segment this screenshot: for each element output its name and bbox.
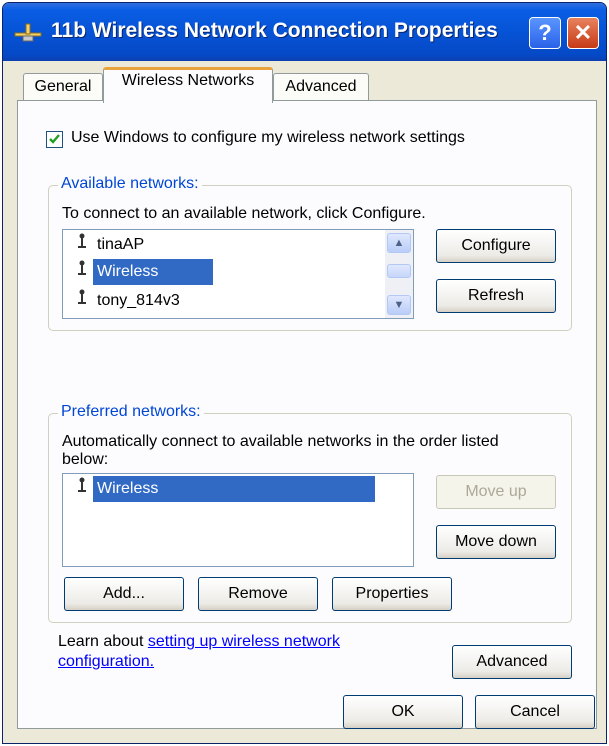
available-instruction: To connect to an available network, clic… (62, 205, 426, 222)
configure-label: Configure (461, 237, 531, 254)
properties-dialog: 11b Wireless Network Connection Properti… (2, 2, 607, 744)
add-label: Add... (103, 585, 145, 602)
add-button[interactable]: Add... (64, 577, 184, 611)
network-connection-icon (14, 23, 42, 42)
network-name: Wireless (93, 476, 375, 502)
antenna-icon (77, 259, 93, 285)
properties-label: Properties (355, 585, 429, 602)
preferred-networks-list[interactable]: Wireless (62, 473, 414, 567)
configure-button[interactable]: Configure (436, 229, 556, 263)
scroll-thumb[interactable] (387, 264, 411, 278)
scrollbar[interactable]: ▲ ▼ (385, 230, 413, 318)
move-down-button[interactable]: Move down (436, 525, 556, 559)
scroll-down-icon[interactable]: ▼ (387, 295, 411, 315)
tab-panel: Use Windows to configure my wireless net… (17, 101, 597, 729)
available-networks-label: Available networks: (58, 175, 202, 193)
remove-button[interactable]: Remove (198, 577, 318, 611)
preferred-instruction-line2: below: (62, 451, 109, 468)
window-title: 11b Wireless Network Connection Properti… (51, 19, 498, 42)
move-up-button[interactable]: Move up (436, 475, 556, 509)
tab-advanced[interactable]: Advanced (273, 73, 369, 101)
close-button[interactable]: ✕ (567, 17, 599, 49)
tab-wireless-networks[interactable]: Wireless Networks (103, 67, 273, 103)
antenna-icon (77, 288, 93, 314)
remove-label: Remove (228, 585, 288, 602)
move-up-label: Move up (465, 483, 527, 500)
learn-prefix: Learn about (58, 633, 148, 650)
tab-general[interactable]: General (23, 73, 103, 101)
ok-button[interactable]: OK (343, 695, 463, 729)
scroll-up-icon[interactable]: ▲ (387, 233, 411, 253)
title-bar[interactable]: 11b Wireless Network Connection Properti… (3, 3, 606, 61)
learn-about-text-line2: configuration. (58, 653, 154, 671)
list-item[interactable]: Wireless (77, 476, 375, 502)
network-name: tony_814v3 (97, 292, 180, 309)
learn-about-text: Learn about setting up wireless network (58, 633, 340, 651)
list-item[interactable]: tony_814v3 (77, 288, 184, 314)
available-networks-list[interactable]: tinaAP Wireless tony_814v3 ▲ ▼ (62, 229, 414, 319)
advanced-button[interactable]: Advanced (452, 645, 572, 679)
preferred-networks-label: Preferred networks: (58, 403, 204, 421)
cancel-label: Cancel (510, 703, 560, 720)
help-button[interactable]: ? (529, 17, 561, 49)
cancel-button[interactable]: Cancel (475, 695, 595, 729)
properties-button[interactable]: Properties (332, 577, 452, 611)
setup-wireless-link[interactable]: setting up wireless network (148, 633, 340, 650)
network-name: Wireless (93, 259, 213, 285)
antenna-icon (77, 476, 93, 502)
antenna-icon (77, 232, 93, 258)
list-item[interactable]: Wireless (77, 259, 213, 285)
preferred-instruction-line1: Automatically connect to available netwo… (62, 433, 499, 450)
move-down-label: Move down (455, 533, 537, 550)
setup-wireless-link-line2[interactable]: configuration. (58, 653, 154, 670)
checkmark-icon (49, 134, 60, 144)
use-windows-label[interactable]: Use Windows to configure my wireless net… (71, 129, 465, 147)
use-windows-checkbox[interactable] (46, 131, 63, 148)
list-item[interactable]: tinaAP (77, 232, 148, 258)
ok-label: OK (391, 703, 415, 720)
advanced-label: Advanced (476, 653, 548, 670)
dialog-body: General Wireless Networks Advanced Use W… (3, 61, 606, 743)
refresh-button[interactable]: Refresh (436, 279, 556, 313)
network-name: tinaAP (97, 236, 145, 253)
refresh-label: Refresh (467, 287, 525, 304)
